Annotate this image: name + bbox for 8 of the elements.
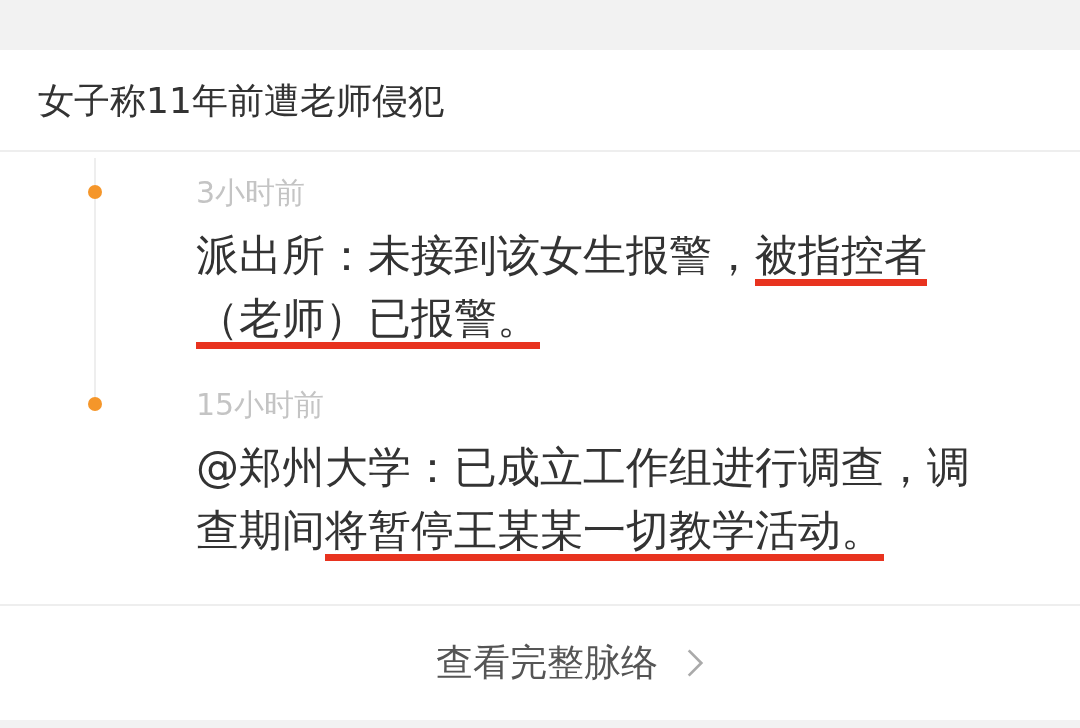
timeline-dot	[88, 397, 102, 411]
topic-title: 女子称11年前遭老师侵犯	[0, 50, 1080, 152]
chevron-right-icon	[686, 647, 704, 679]
post-time: 15小时前	[196, 386, 326, 424]
post-time: 3小时前	[196, 174, 307, 212]
full-timeline-link[interactable]: 查看完整脉络	[0, 606, 1080, 720]
update-text: @郑州大学：已成立工作组进行调查，调查期间将暂停王某某一切教学活动。	[196, 436, 986, 562]
timeline-dot	[88, 185, 102, 199]
